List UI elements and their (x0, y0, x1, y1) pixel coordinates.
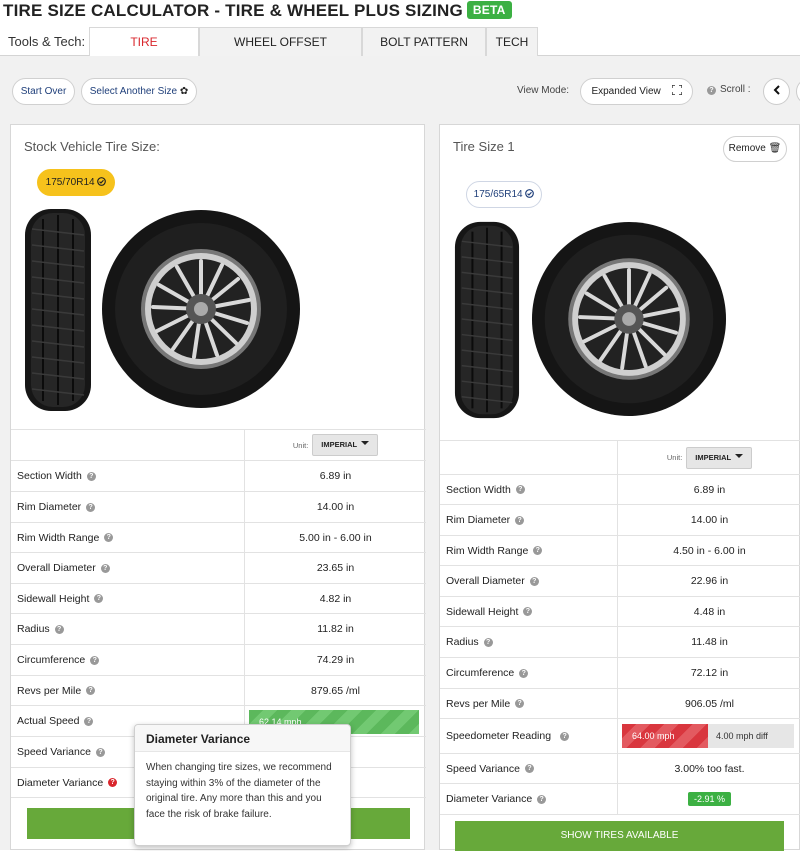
help-icon[interactable]: ? (86, 686, 96, 695)
table-row: Rim Width Range? 4.50 in - 6.00 in (440, 536, 800, 566)
help-icon[interactable]: ? (519, 668, 529, 678)
table-row: Overall Diameter? 23.65 in (11, 553, 426, 584)
tire-size-badge[interactable]: 175/65R14 (466, 181, 542, 208)
view-mode-button[interactable]: Expanded View (580, 78, 693, 105)
remove-button[interactable]: Remove 🗑 (723, 136, 787, 162)
speedometer-reading-bar: 64.00 mph (622, 724, 708, 748)
table-row: Rim Width Range? 5.00 in - 6.00 in (11, 523, 426, 553)
help-icon[interactable]: ? (515, 485, 525, 494)
help-icon[interactable]: ? (95, 747, 105, 757)
trash-icon: 🗑 (768, 143, 782, 154)
help-icon[interactable]: ? (94, 594, 104, 603)
help-icon[interactable]: ? (104, 533, 114, 542)
gear-icon: ✿ (179, 86, 189, 97)
nav-lead-label: Tools & Tech: (8, 34, 86, 49)
table-row: Overall Diameter? 22.96 in (440, 566, 800, 597)
page-title: TIRE SIZE CALCULATOR - TIRE & WHEEL PLUS… (3, 1, 512, 21)
tire-tread-image (25, 209, 91, 411)
unit-row: Unit: IMPERIAL (11, 430, 426, 461)
help-icon[interactable]: ? (515, 515, 525, 525)
speedometer-diff: 4.00 mph diff (708, 724, 794, 748)
table-row: Rim Diameter? 14.00 in (11, 492, 426, 523)
help-icon[interactable]: ? (533, 546, 543, 555)
help-icon: ? (707, 86, 716, 95)
tooltip-title: Diameter Variance (135, 725, 350, 752)
show-tires-button[interactable]: SHOW TIRES AVAILABLE (455, 821, 784, 851)
start-over-button[interactable]: Start Over (12, 78, 75, 105)
tire-wheel-image (531, 221, 727, 417)
help-icon[interactable]: ? (524, 764, 534, 773)
tooltip-body: When changing tire sizes, we recommend s… (146, 762, 332, 820)
tire-tread-image (454, 221, 520, 419)
table-row: Speed Variance? 3.00% too fast. (440, 754, 800, 784)
table-row: Section Width? 6.89 in (11, 461, 426, 492)
table-row: Revs per Mile? 906.05 /ml (440, 689, 800, 719)
diameter-variance-tooltip: Diameter Variance When changing tire siz… (134, 724, 351, 846)
beta-badge: BETA (466, 1, 512, 19)
help-icon[interactable]: ? (90, 655, 100, 665)
help-icon[interactable]: ? (529, 576, 539, 586)
unit-select[interactable]: IMPERIAL (312, 434, 379, 456)
table-row: Circumference? 74.29 in (11, 645, 426, 676)
select-another-size-button[interactable]: Select Another Size ✿ (81, 78, 197, 105)
help-icon[interactable]: ? (108, 778, 118, 787)
help-icon[interactable]: ? (523, 607, 533, 616)
tab-bolt-pattern-guide[interactable]: BOLT PATTERN GUIDE (362, 27, 486, 77)
scroll-label: ? Scroll : (707, 84, 751, 95)
specs-table: Unit: IMPERIAL Section Width? 6.89 in Rim… (11, 429, 426, 798)
help-icon[interactable]: ? (483, 637, 493, 647)
help-icon[interactable]: ? (537, 794, 547, 804)
tire-wheel-image (102, 210, 300, 408)
panel-title: Tire Size 1 (453, 139, 515, 154)
tab-tire-calculator[interactable]: TIRE CALCULATOR (89, 27, 199, 77)
table-row: Sidewall Height? 4.82 in (11, 584, 426, 614)
help-icon[interactable]: ? (515, 699, 525, 708)
unit-row: Unit: IMPERIAL (440, 441, 800, 475)
table-row: Section Width? 6.89 in (440, 475, 800, 505)
tire-size-badge[interactable]: 175/70R14 (37, 169, 115, 196)
expand-icon (670, 84, 683, 96)
help-icon[interactable]: ? (100, 563, 110, 573)
specs-table: Unit: IMPERIAL Section Width? 6.89 in Rim… (440, 440, 800, 815)
help-icon[interactable]: ? (560, 731, 570, 741)
help-icon[interactable]: ? (54, 624, 64, 634)
tab-wheel-offset-calculator[interactable]: WHEEL OFFSET CALCULATOR (199, 27, 362, 77)
table-row: Speedometer Reading? 64.00 mph 4.00 mph … (440, 719, 800, 754)
check-circle-icon (97, 177, 107, 186)
table-row: Rim Diameter? 14.00 in (440, 505, 800, 536)
diameter-variance-badge: -2.91 % (687, 792, 732, 806)
tab-tech[interactable]: TECH (486, 27, 538, 72)
chevron-down-icon (361, 441, 370, 445)
table-row: Radius? 11.82 in (11, 614, 426, 645)
tools-nav: Tools & Tech: TIRE CALCULATOR WHEEL OFFS… (0, 27, 800, 77)
scroll-left-button[interactable] (763, 78, 790, 105)
table-row: Radius? 11.48 in (440, 627, 800, 658)
help-icon[interactable]: ? (86, 471, 96, 481)
chevron-down-icon (735, 453, 744, 458)
help-icon[interactable]: ? (86, 502, 96, 512)
panel-title: Stock Vehicle Tire Size: (24, 139, 160, 154)
tire-size-1-panel: Tire Size 1 Remove 🗑 175/65R14 Unit: IMP… (439, 124, 800, 851)
table-row: Revs per Mile? 879.65 /ml (11, 676, 426, 706)
table-row: Sidewall Height? 4.48 in (440, 597, 800, 627)
check-circle-icon (525, 189, 535, 198)
unit-select[interactable]: IMPERIAL (686, 446, 753, 469)
table-row: Circumference? 72.12 in (440, 658, 800, 689)
help-icon[interactable]: ? (84, 716, 94, 726)
table-row: Diameter Variance? -2.91 % (440, 784, 800, 815)
chevron-left-icon (773, 85, 780, 95)
view-mode-label: View Mode: (517, 85, 570, 96)
